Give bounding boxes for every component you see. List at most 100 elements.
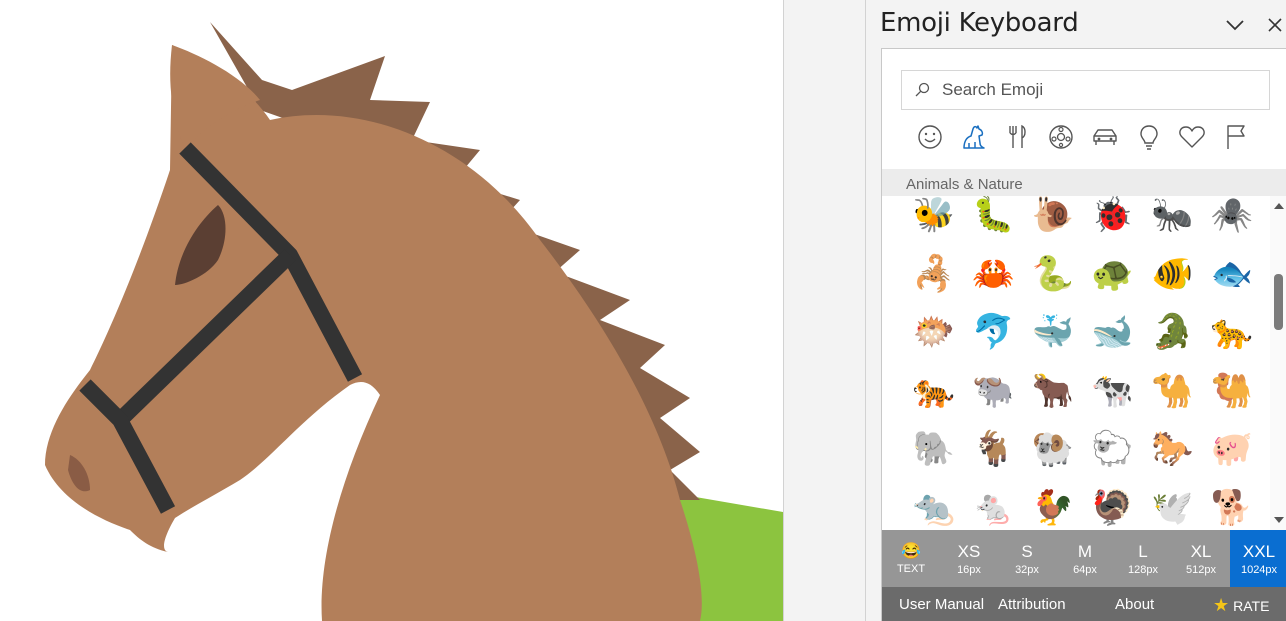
cutlery-icon [1009,124,1027,148]
section-header: Animals & Nature [882,169,1286,196]
emoji-button[interactable]: 🐬 [964,303,1024,361]
laughing-emoji-icon: 😂 [901,542,921,560]
emoji-button[interactable]: 🐑 [1083,420,1143,478]
animal-icon [962,125,985,149]
size-pixels: 16px [957,563,981,576]
size-option-l[interactable]: L 128px [1114,530,1172,587]
size-option-xl[interactable]: XL 512px [1172,530,1230,587]
horse-emoji-image[interactable] [0,0,783,621]
tab-symbols[interactable] [1171,121,1215,153]
emoji-button[interactable]: 🐛 [964,196,1024,244]
scrollbar[interactable] [1270,196,1286,530]
emoji-grid: 🐝 🐛 🐌 🐞 🐜 🕷️ 🦂 🦀 🐍 🐢 🐠 🐟 🐡 🐬 🐳 🐋 🐊 🐆 🐅 🐃 🐂 🐄 🐪 🐫 🐘 🐐 🐏 🐑 🐎 🐖 🐀 🐁 🐓 🦃 🕊️ 🐕 [904,196,1284,530]
size-option-text[interactable]: 😂 TEXT [882,530,940,587]
emoji-button[interactable]: 🐀 [904,479,964,530]
ball-icon [1049,125,1073,149]
close-icon [1268,18,1282,32]
emoji-button[interactable]: 🐂 [1023,362,1083,420]
emoji-keyboard-pane: Emoji Keyboard Search Emoji Animals & Na… [865,0,1286,621]
star-icon: ★ [1213,595,1230,615]
emoji-button[interactable]: 🐏 [1023,420,1083,478]
emoji-button[interactable]: 🐕 [1202,479,1262,530]
size-option-m[interactable]: M 64px [1056,530,1114,587]
search-box[interactable] [901,70,1270,110]
emoji-button[interactable]: 🐜 [1142,196,1202,244]
size-label: TEXT [896,562,926,575]
attribution-link[interactable]: Attribution [998,596,1066,613]
size-label: L [1138,541,1148,561]
size-pixels: 1024px [1240,563,1278,576]
size-selector: 😂 TEXT XS 16px S 32px M 64px L 128px XL 512px XXL 102… [882,530,1286,587]
rate-label: RATE [1233,597,1270,614]
emoji-button[interactable]: 🐪 [1142,362,1202,420]
scroll-up-icon[interactable] [1273,200,1285,212]
search-input[interactable] [942,80,1262,100]
section-label: Animals & Nature [906,176,1023,193]
emoji-button[interactable]: 🦃 [1083,479,1143,530]
emoji-button[interactable]: 🕊️ [1142,479,1202,530]
size-pixels: 512px [1186,563,1216,576]
size-option-s[interactable]: S 32px [998,530,1056,587]
emoji-button[interactable]: 🐟 [1202,245,1262,303]
document-gutter [783,0,865,621]
scrollbar-thumb[interactable] [1274,274,1283,330]
collapse-pane-button[interactable] [1222,12,1248,38]
flag-icon [1227,125,1245,149]
emoji-button[interactable]: 🐞 [1083,196,1143,244]
emoji-button[interactable]: 🐝 [904,196,964,244]
size-label: M [1077,541,1093,561]
tab-food[interactable] [996,121,1040,153]
emoji-button[interactable]: 🕷️ [1202,196,1262,244]
tab-animals[interactable] [952,121,996,153]
emoji-button[interactable]: 🐍 [1023,245,1083,303]
emoji-keyboard-frame: Animals & Nature 🐝🐛🐌🐞🐜🕷️🦂🦀🐍🐢🐠🐟🐡🐬🐳🐋🐊🐆🐅🐃🐂🐄… [881,48,1286,621]
size-option-xxl[interactable]: XXL 1024px [1230,530,1286,587]
emoji-button[interactable]: 🐫 [1202,362,1262,420]
close-pane-button[interactable] [1262,12,1286,38]
emoji-button[interactable]: 🐆 [1202,303,1262,361]
document-canvas[interactable] [0,0,783,621]
emoji-row: 🐡 🐬 🐳 🐋 🐊 🐆 [904,303,1284,362]
size-pixels: 32px [1015,563,1039,576]
size-label: XL [1190,541,1212,561]
emoji-button[interactable]: 🐁 [964,479,1024,530]
emoji-button[interactable]: 🐖 [1202,420,1262,478]
emoji-button[interactable]: 🐳 [1023,303,1083,361]
search-icon [914,82,934,98]
emoji-row: 🐘 🐐 🐏 🐑 🐎 🐖 [904,420,1284,479]
pane-title: Emoji Keyboard [880,8,1079,38]
emoji-button[interactable]: 🐓 [1023,479,1083,530]
tab-travel[interactable] [1083,121,1127,153]
emoji-button[interactable]: 🐄 [1083,362,1143,420]
scroll-down-icon[interactable] [1273,514,1285,526]
size-pixels: 128px [1128,563,1158,576]
size-pixels: 64px [1073,563,1097,576]
emoji-button[interactable]: 🐃 [964,362,1024,420]
tab-objects[interactable] [1127,121,1171,153]
about-link[interactable]: About [1115,596,1154,613]
emoji-button[interactable]: 🐡 [904,303,964,361]
emoji-button[interactable]: 🦀 [964,245,1024,303]
size-option-xs[interactable]: XS 16px [940,530,998,587]
emoji-button[interactable]: 🐅 [904,362,964,420]
tab-flags[interactable] [1214,121,1258,153]
user-manual-link[interactable]: User Manual [899,596,984,613]
category-tabs [908,121,1258,153]
emoji-button[interactable]: 🐎 [1142,420,1202,478]
chevron-down-icon [1226,20,1244,31]
emoji-row: 🦂 🦀 🐍 🐢 🐠 🐟 [904,245,1284,304]
size-label: S [1021,541,1033,561]
emoji-button[interactable]: 🐐 [964,420,1024,478]
emoji-button[interactable]: 🐘 [904,420,964,478]
emoji-button[interactable]: 🐊 [1142,303,1202,361]
emoji-button[interactable]: 🐋 [1083,303,1143,361]
rate-button[interactable]: ★ RATE [1213,595,1269,616]
emoji-button[interactable]: 🐌 [1023,196,1083,244]
emoji-button[interactable]: 🐠 [1142,245,1202,303]
emoji-grid-viewport: 🐝 🐛 🐌 🐞 🐜 🕷️ 🦂 🦀 🐍 🐢 🐠 🐟 🐡 🐬 🐳 🐋 🐊 🐆 🐅 🐃 🐂 🐄 🐪 🐫 🐘 🐐 🐏 🐑 🐎 🐖 🐀 🐁 🐓 🦃 🕊️ 🐕 [882,196,1286,530]
tab-activities[interactable] [1039,121,1083,153]
emoji-button[interactable]: 🦂 [904,245,964,303]
emoji-button[interactable]: 🐢 [1083,245,1143,303]
tab-smileys[interactable] [908,121,952,153]
heart-icon [1179,126,1206,148]
